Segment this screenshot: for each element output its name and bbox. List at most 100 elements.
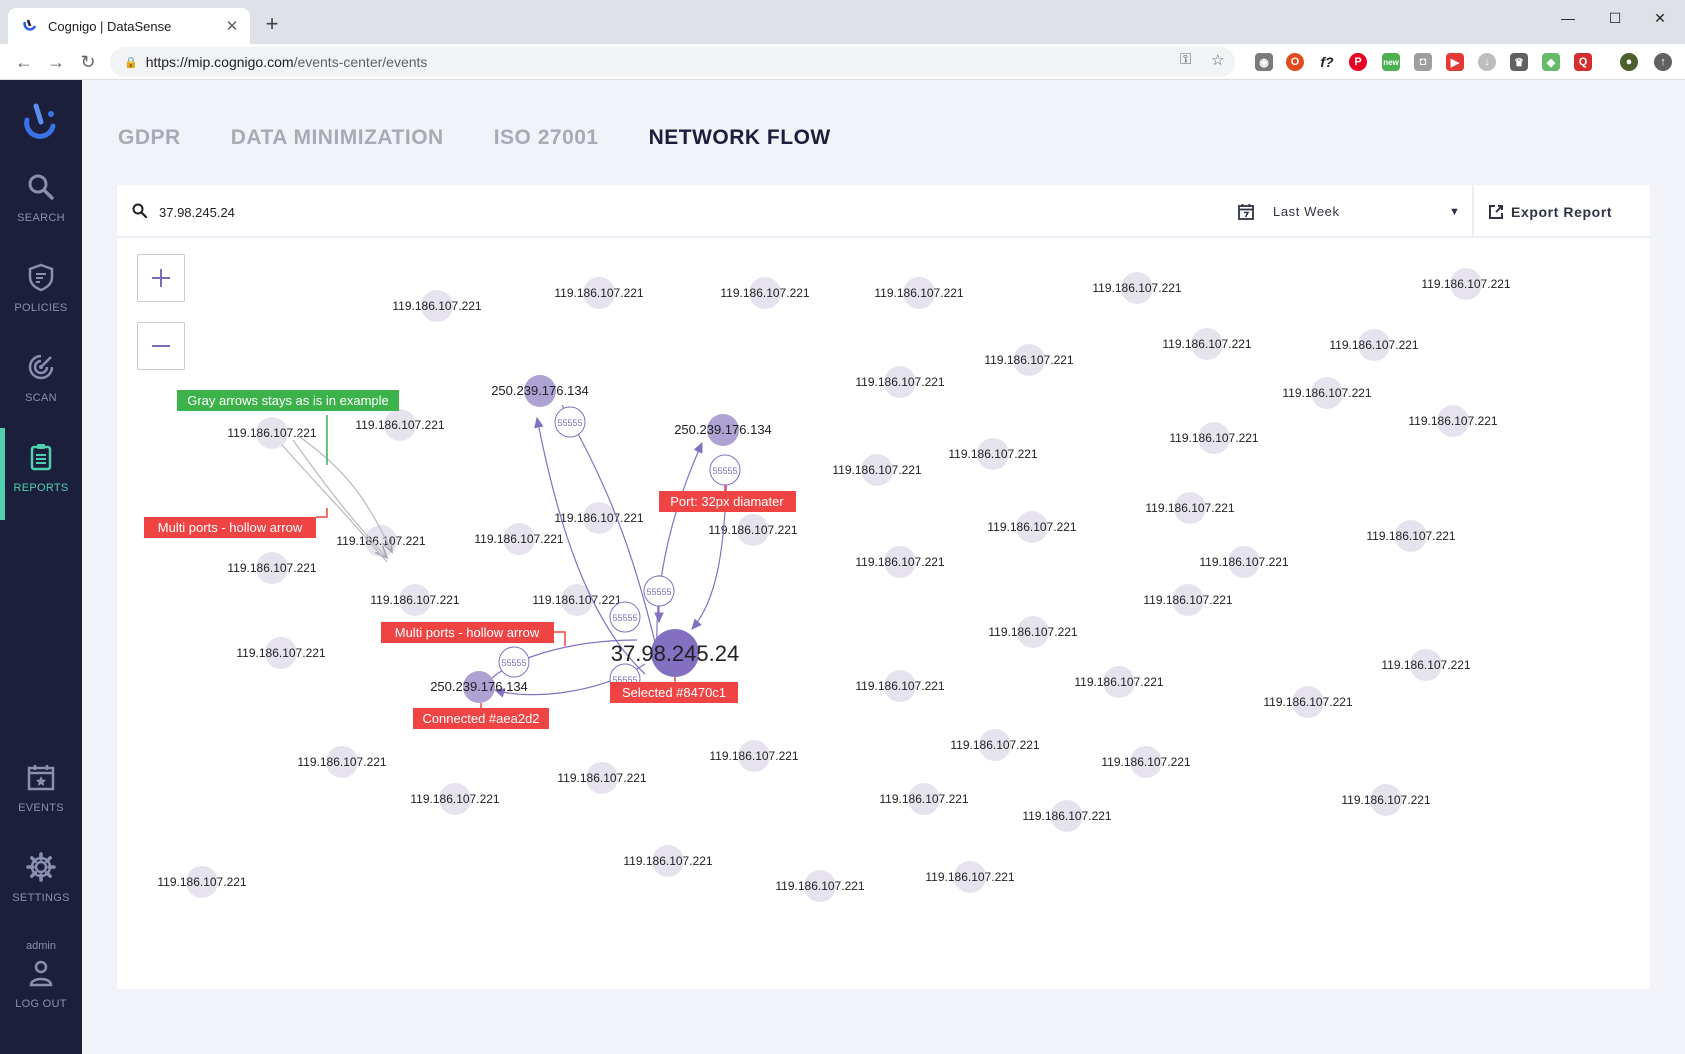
node-label: 119.186.107.221 <box>984 353 1074 367</box>
node-label: 119.186.107.221 <box>1092 281 1182 295</box>
extension-icon[interactable]: ● <box>1620 53 1638 71</box>
node-label: 250.239.176.134 <box>430 679 528 694</box>
filter-bar: Last Week ▼ Export Report <box>117 185 1650 238</box>
tab-iso-27001[interactable]: ISO 27001 <box>494 126 599 150</box>
extension-icon[interactable]: f? <box>1318 53 1336 71</box>
port-circle[interactable]: 55555 <box>643 575 675 607</box>
node-label: 119.186.107.221 <box>1263 695 1353 709</box>
node-label: 119.186.107.221 <box>1199 555 1289 569</box>
node-label: 119.186.107.221 <box>1366 529 1456 543</box>
address-bar[interactable]: 🔒 https://mip.cognigo.com/events-center/… <box>110 47 1235 77</box>
sidebar-item-label: POLICIES <box>14 302 68 314</box>
node-label: 119.186.107.221 <box>1101 755 1191 769</box>
extension-icon[interactable]: ◈ <box>1542 53 1560 71</box>
network-flow-card: Last Week ▼ Export Report <box>117 185 1650 989</box>
edge <box>656 441 703 649</box>
key-icon[interactable]: ⚿ <box>1180 51 1191 68</box>
main-content: GDPR DATA MINIMIZATION ISO 27001 NETWORK… <box>82 80 1685 1054</box>
annotation-port-size: Port: 32px diamater <box>659 485 796 512</box>
search-icon <box>132 203 148 219</box>
calendar-icon <box>1238 203 1254 220</box>
node-label: 119.186.107.221 <box>392 299 482 313</box>
annotation-text: Selected #8470c1 <box>622 685 726 700</box>
close-window-icon[interactable]: ✕ <box>1640 6 1680 30</box>
download-icon[interactable]: ↓ <box>1478 53 1496 71</box>
ip-search-input[interactable] <box>159 199 559 225</box>
node-label: 119.186.107.221 <box>1162 337 1252 351</box>
node-label: 119.186.107.221 <box>336 534 426 548</box>
tab-data-minimization[interactable]: DATA MINIMIZATION <box>231 126 444 150</box>
cognigo-favicon-icon <box>23 19 37 31</box>
annotation-text: Gray arrows stays as is in example <box>187 393 389 408</box>
port-circle[interactable]: 55555 <box>609 601 641 633</box>
search-icon <box>24 170 58 204</box>
extension-icon[interactable]: ▶ <box>1446 53 1464 71</box>
node-label: 119.186.107.221 <box>855 555 945 569</box>
node-label: 119.186.107.221 <box>708 523 798 537</box>
extension-icon[interactable]: O <box>1286 53 1304 71</box>
bookmark-star-icon[interactable]: ☆ <box>1211 51 1224 69</box>
node-label: 119.186.107.221 <box>410 792 500 806</box>
port-circle[interactable]: 55555 <box>498 646 530 678</box>
node-label: 250.239.176.134 <box>491 383 589 398</box>
browser-toolbar: ← → ↻ 🔒 https://mip.cognigo.com/events-c… <box>0 44 1685 80</box>
sidebar-item-settings[interactable]: SETTINGS <box>0 840 82 920</box>
sidebar-item-label: SEARCH <box>17 212 65 224</box>
cognigo-logo-icon[interactable] <box>20 100 62 142</box>
export-report-button[interactable]: Export Report <box>1487 185 1612 238</box>
node-label: 119.186.107.221 <box>474 532 564 546</box>
extension-icon[interactable]: ◉ <box>1255 53 1273 71</box>
network-graph[interactable]: 119.186.107.221 119.186.107.221 119.186.… <box>117 240 1650 989</box>
node-label: 119.186.107.221 <box>1145 501 1235 515</box>
sidebar-item-policies[interactable]: POLICIES <box>0 250 82 330</box>
node-label: 119.186.107.221 <box>950 738 1040 752</box>
sidebar-item-scan[interactable]: SCAN <box>0 340 82 420</box>
inactive-nodes <box>186 268 1482 902</box>
new-tab-button[interactable]: + <box>260 11 284 36</box>
chevron-down-icon: ▼ <box>1449 205 1460 218</box>
node-label: 119.186.107.221 <box>623 854 713 868</box>
user-icon <box>24 956 58 990</box>
node-label: 119.186.107.221 <box>948 447 1038 461</box>
selected-node-label: 37.98.245.24 <box>611 641 739 666</box>
forward-icon[interactable]: → <box>42 48 70 76</box>
reload-icon[interactable]: ↻ <box>74 48 102 76</box>
sidebar-item-events[interactable]: EVENTS <box>0 750 82 830</box>
node-label: 119.186.107.221 <box>227 561 317 575</box>
tab-gdpr[interactable]: GDPR <box>118 126 181 150</box>
node-label: 119.186.107.221 <box>987 520 1077 534</box>
extension-icon[interactable]: ♛ <box>1510 53 1528 71</box>
sidebar-item-search[interactable]: SEARCH <box>0 160 82 240</box>
extension-icon[interactable]: Q <box>1574 53 1592 71</box>
sidebar-item-label: SETTINGS <box>12 892 70 904</box>
pinterest-icon[interactable]: P <box>1349 53 1367 71</box>
minimize-icon[interactable]: — <box>1548 6 1588 30</box>
node-label: 119.186.107.221 <box>1022 809 1112 823</box>
update-icon[interactable]: ↑ <box>1654 53 1672 71</box>
node-label: 119.186.107.221 <box>1381 658 1471 672</box>
extension-new-badge[interactable]: new <box>1382 53 1400 71</box>
port-circle[interactable]: 55555 <box>709 454 741 486</box>
tab-close-icon[interactable]: ✕ <box>222 16 242 36</box>
graph-canvas[interactable]: 119.186.107.221 119.186.107.221 119.186.… <box>117 240 1650 989</box>
node-label: 119.186.107.221 <box>832 463 922 477</box>
node-label: 119.186.107.221 <box>855 375 945 389</box>
tab-network-flow[interactable]: NETWORK FLOW <box>649 126 831 150</box>
back-icon[interactable]: ← <box>10 48 38 76</box>
node-label: 119.186.107.221 <box>1408 414 1498 428</box>
logout-label: LOG OUT <box>15 998 67 1010</box>
sidebar-item-reports[interactable]: REPORTS <box>0 428 82 520</box>
node-label: 119.186.107.221 <box>1329 338 1419 352</box>
node-label: 119.186.107.221 <box>557 771 647 785</box>
port-circle[interactable]: 55555 <box>554 406 586 438</box>
lock-icon: 🔒 <box>124 56 138 69</box>
annotation-connected: Connected #aea2d2 <box>413 703 549 729</box>
logout-button[interactable]: LOG OUT <box>0 946 82 1026</box>
camera-icon[interactable]: ◘ <box>1414 53 1432 71</box>
node-label: 119.186.107.221 <box>1421 277 1511 291</box>
report-tabs: GDPR DATA MINIMIZATION ISO 27001 NETWORK… <box>118 126 831 150</box>
annotation-multi-ports-2: Multi ports - hollow arrow <box>381 622 566 646</box>
node-label: 119.186.107.221 <box>855 679 945 693</box>
browser-tab[interactable]: Cognigo | DataSense ✕ <box>8 8 250 44</box>
maximize-icon[interactable]: ☐ <box>1595 6 1635 30</box>
